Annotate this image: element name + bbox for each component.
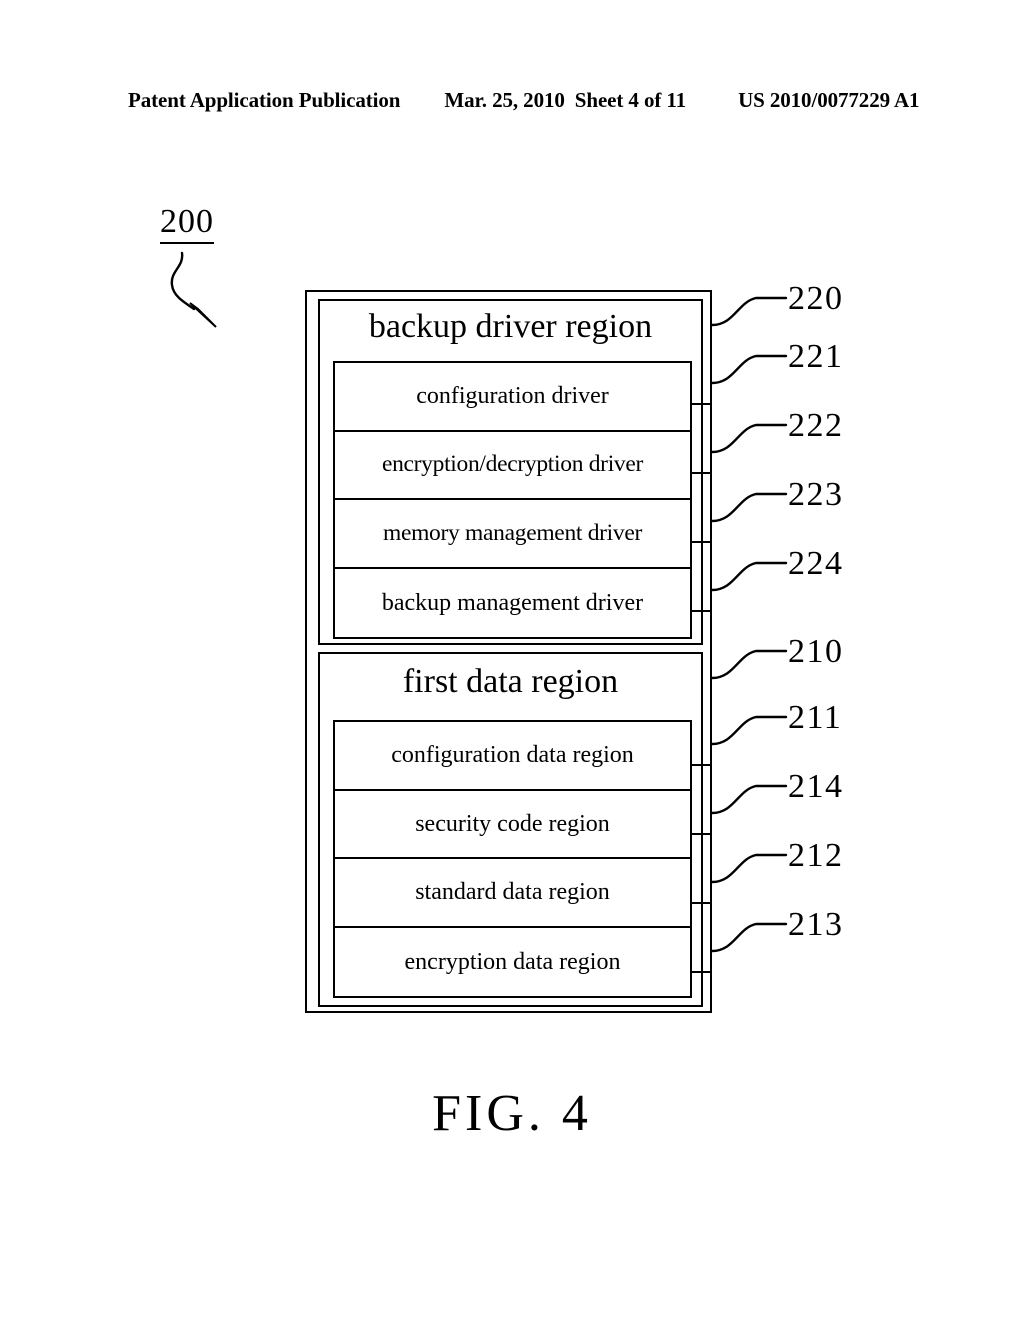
backup-driver-region-box: backup driver region configuration drive… [318, 299, 703, 645]
ref-label-224: 224 [788, 545, 844, 582]
backup-driver-region-title: backup driver region [368, 308, 653, 345]
subitem-configuration-driver: configuration driver [335, 363, 690, 432]
first-data-region-title: first data region [402, 663, 619, 700]
memory-device-outer-container: backup driver region configuration drive… [305, 290, 712, 1013]
figure-4-diagram: 200 backup driver region configuration d… [0, 0, 1024, 1320]
subitem-memory-management-driver: memory management driver [335, 500, 690, 569]
ref-label-213: 213 [788, 906, 844, 943]
reference-leader-lines-icon [710, 296, 788, 953]
subitem-configuration-data-region: configuration data region [335, 722, 690, 791]
subitem-encryption-decryption-driver: encryption/decryption driver [335, 432, 690, 500]
subitem-standard-data-region: standard data region [335, 859, 690, 928]
first-data-subitem-list: configuration data region security code … [333, 720, 692, 998]
subitem-security-code-region: security code region [335, 791, 690, 859]
ref-label-214: 214 [788, 768, 844, 805]
system-reference-200-group: 200 [150, 205, 280, 335]
leader-line-200-icon [170, 251, 217, 328]
ref-label-220: 220 [788, 280, 844, 317]
ref-label-210: 210 [788, 633, 844, 670]
ref-label-212: 212 [788, 837, 844, 874]
ref-label-221: 221 [788, 338, 844, 375]
first-data-region-box: first data region configuration data reg… [318, 652, 703, 1007]
backup-driver-subitem-list: configuration driver encryption/decrypti… [333, 361, 692, 639]
figure-caption: FIG. 4 [432, 1085, 592, 1142]
subitem-backup-management-driver: backup management driver [381, 589, 644, 616]
subitem-encryption-data-region: encryption data region [404, 948, 621, 975]
ref-label-211: 211 [788, 699, 843, 736]
ref-label-223: 223 [788, 476, 844, 513]
ref-label-222: 222 [788, 407, 844, 444]
